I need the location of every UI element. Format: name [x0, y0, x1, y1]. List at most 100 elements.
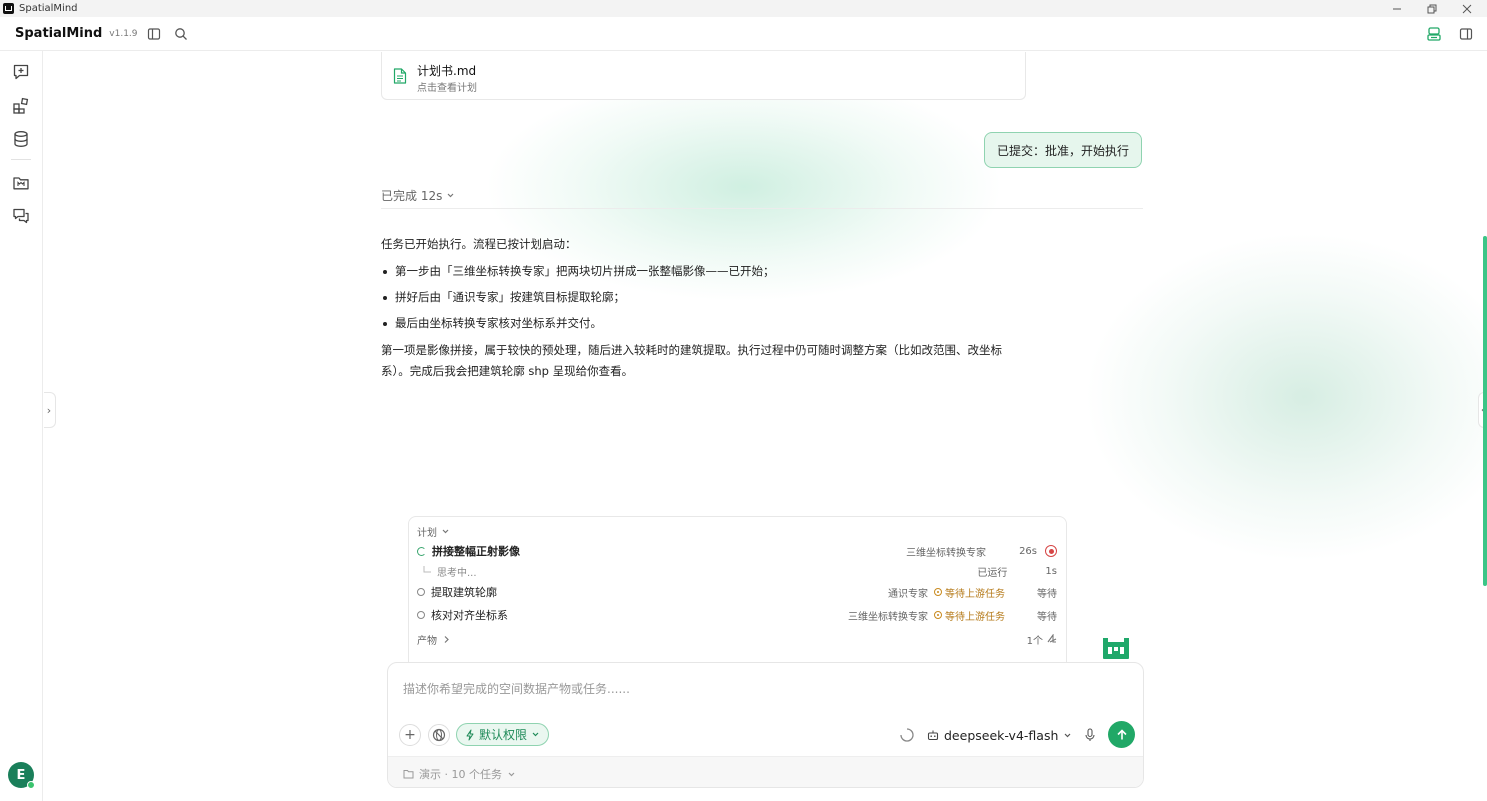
plan-panel: 计划 拼接整幅正射影像 三维坐标转换专家 26s 思考中... 已运行 1s 提…	[408, 516, 1067, 666]
add-attachment-button[interactable]: +	[399, 724, 421, 746]
decorative-glow	[1084, 232, 1487, 562]
plan-task-row[interactable]: 拼接整幅正射影像 三维坐标转换专家 26s	[417, 542, 1057, 560]
close-window-button[interactable]	[1450, 0, 1484, 17]
microphone-icon	[1085, 728, 1095, 741]
lightning-icon	[466, 729, 474, 740]
voice-input-button[interactable]	[1082, 727, 1098, 743]
tools-button[interactable]	[428, 724, 450, 746]
database-button[interactable]	[11, 129, 31, 149]
folder-icon	[403, 770, 414, 779]
task-agent: 三维坐标转换专家	[848, 611, 928, 623]
pending-circle-icon	[417, 611, 425, 619]
chevron-down-icon	[1064, 733, 1071, 737]
toggle-right-panel-button[interactable]	[1457, 25, 1475, 43]
products-label: 产物	[417, 635, 437, 647]
task-name: 核对对齐坐标系	[431, 609, 508, 622]
chevron-down-icon	[447, 193, 454, 198]
plan-header-toggle[interactable]: 计划	[417, 524, 450, 539]
user-avatar[interactable]: E	[8, 762, 35, 789]
document-icon	[393, 68, 407, 84]
user-message-bubble: 已提交：批准，开始执行	[984, 132, 1143, 168]
user-message-text: 已提交：批准，开始执行	[997, 143, 1130, 158]
chevron-down-icon	[442, 529, 449, 534]
waiting-badge: 等待上游任务	[934, 585, 1005, 600]
answer-intro: 任务已开始执行。流程已按计划启动：	[381, 237, 577, 251]
app-version: v1.1.9	[109, 28, 138, 39]
sidebar-panel-icon	[147, 28, 161, 40]
left-rail: E	[0, 51, 43, 801]
task-time: 26s	[1019, 545, 1037, 557]
task-status: 等待	[1037, 588, 1057, 600]
minimize-button[interactable]	[1380, 0, 1414, 17]
permission-label: 默认权限	[479, 728, 528, 742]
search-button[interactable]	[172, 25, 190, 43]
globe-off-icon	[432, 728, 446, 742]
plan-task-row[interactable]: 核对对齐坐标系 三维坐标转换专家 等待上游任务 等待	[417, 606, 1057, 624]
model-name: deepseek-v4-flash	[944, 727, 1059, 743]
plan-header-label: 计划	[417, 528, 437, 539]
divider	[381, 208, 1143, 209]
rail-divider	[11, 159, 31, 160]
loading-spinner-icon	[900, 728, 914, 742]
thinking-row: 思考中... 已运行 1s	[417, 562, 1057, 580]
thinking-status: 已运行	[977, 567, 1008, 579]
plan-file-card[interactable]: 计划书.md 点击查看计划	[381, 52, 1026, 100]
new-chat-button[interactable]	[11, 62, 31, 82]
restore-button[interactable]	[1415, 0, 1449, 17]
list-item: 第一步由「三维坐标转换专家」把两块切片拼成一张整幅影像——已开始；	[381, 261, 1021, 282]
window-title: SpatialMind	[19, 3, 78, 14]
products-count: 1个	[1026, 635, 1043, 647]
task-name: 拼接整幅正射影像	[432, 545, 520, 558]
mascot-icon	[1103, 638, 1129, 659]
right-panel-icon	[1459, 28, 1473, 40]
file-subtitle: 点击查看计划	[417, 83, 477, 94]
minimize-icon	[1393, 8, 1401, 9]
restore-icon	[1427, 4, 1437, 13]
conversations-button[interactable]	[11, 206, 31, 226]
folder-icon	[13, 177, 29, 190]
map-layer-icon	[1047, 634, 1057, 643]
thinking-time: 1s	[1045, 565, 1057, 577]
pending-circle-icon	[417, 588, 425, 596]
chat-bubbles-icon	[13, 208, 29, 224]
answer-closing: 第一项是影像拼接，属于较快的预处理，随后进入较耗时的建筑提取。执行过程中仍可随时…	[381, 343, 1002, 378]
avatar-letter: E	[16, 767, 26, 783]
new-chat-icon	[13, 64, 29, 80]
file-name: 计划书.md	[417, 64, 477, 78]
app-logo-icon	[3, 3, 14, 14]
chevron-right-icon	[444, 635, 449, 643]
waiting-badge-label: 等待上游任务	[945, 588, 1005, 600]
projects-button[interactable]	[11, 173, 31, 193]
apps-grid-icon	[13, 97, 29, 114]
chat-main: › ‹ 计划书.md 点击查看计划 已提交：批准，开始执行 已完成 12s 任务…	[44, 52, 1487, 801]
running-spinner-icon	[417, 546, 426, 556]
agents-panel-button[interactable]	[1425, 25, 1443, 43]
chevron-down-icon	[508, 772, 515, 776]
window-titlebar: SpatialMind	[0, 0, 1487, 17]
completion-status-toggle[interactable]: 已完成 12s	[381, 187, 455, 204]
plan-task-row[interactable]: 提取建筑轮廓 通识专家 等待上游任务 等待	[417, 583, 1057, 601]
send-button[interactable]	[1108, 721, 1135, 748]
toggle-sidebar-button[interactable]	[145, 25, 163, 43]
stop-task-button[interactable]	[1045, 545, 1057, 557]
plus-icon: +	[404, 727, 416, 743]
chat-scrollbar[interactable]	[1483, 236, 1487, 586]
answer-bullet-list: 第一步由「三维坐标转换专家」把两块切片拼成一张整幅影像——已开始； 拼好后由「通…	[381, 261, 1021, 334]
workspace-label: 演示 · 10 个任务	[419, 768, 502, 781]
thinking-label: 思考中...	[437, 567, 477, 579]
list-item: 最后由坐标转换专家核对坐标系并交付。	[381, 313, 1021, 334]
workspace-selector[interactable]: 演示 · 10 个任务	[403, 766, 516, 782]
waiting-icon	[934, 611, 942, 619]
apps-button[interactable]	[11, 96, 31, 116]
close-icon	[1462, 4, 1472, 13]
chevron-right-icon: ›	[46, 403, 52, 417]
products-row[interactable]: 产物 1个	[417, 630, 1057, 648]
arrow-up-icon	[1116, 728, 1127, 739]
task-name: 提取建筑轮廓	[431, 586, 497, 599]
waiting-badge: 等待上游任务	[934, 608, 1005, 623]
composer-input[interactable]: 描述你希望完成的空间数据产物或任务......	[403, 680, 630, 697]
model-selector[interactable]: deepseek-v4-flash	[927, 724, 1072, 746]
expand-left-panel-button[interactable]: ›	[44, 392, 56, 428]
permission-selector[interactable]: 默认权限	[456, 723, 550, 746]
waiting-icon	[934, 588, 942, 596]
